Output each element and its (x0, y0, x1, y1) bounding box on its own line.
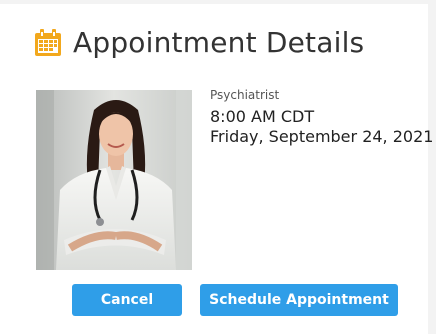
appointment-card: Appointment Details Psychiatrist 8:00 AM… (0, 4, 433, 334)
appointment-date: Friday, September 24, 2021 (210, 127, 434, 146)
appointment-details: Psychiatrist 8:00 AM CDT Friday, Septemb… (210, 88, 433, 147)
calendar-icon (35, 28, 61, 56)
doctor-photo (36, 90, 192, 270)
cancel-button[interactable]: Cancel (72, 284, 182, 316)
provider-role: Psychiatrist (210, 88, 280, 102)
appointment-time: 8:00 AM CDT (210, 107, 315, 126)
schedule-appointment-button[interactable]: Schedule Appointment (200, 284, 398, 316)
page-title: Appointment Details (73, 26, 365, 59)
header: Appointment Details (33, 26, 364, 59)
